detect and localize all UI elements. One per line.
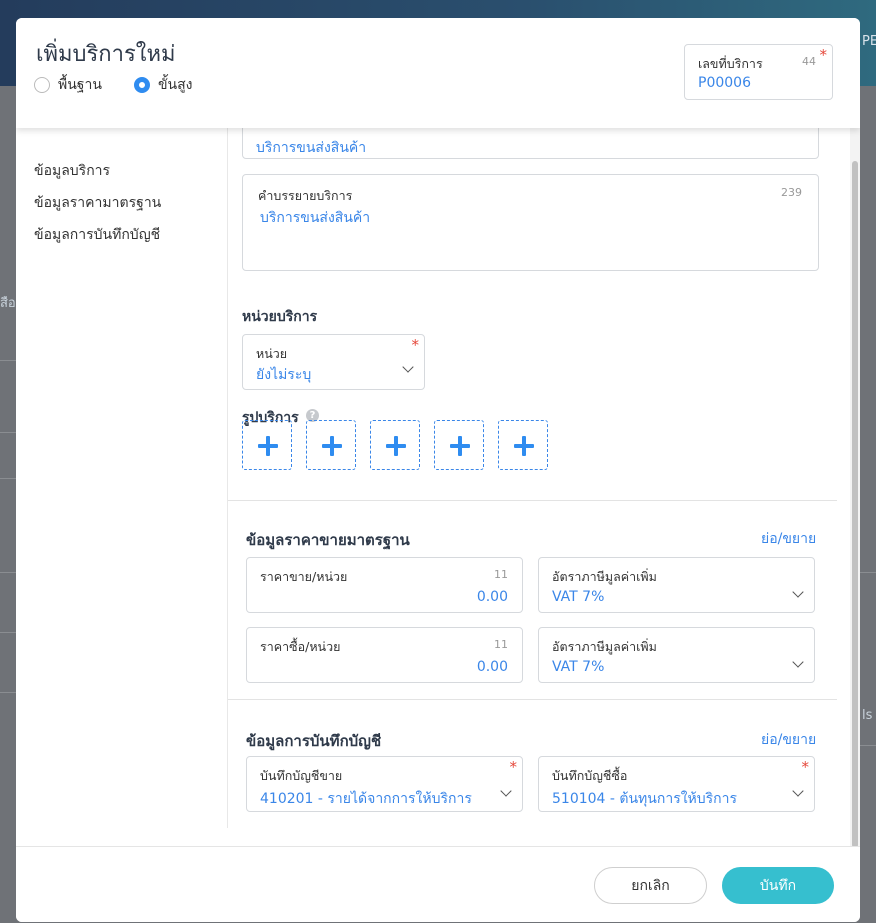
chevron-down-icon xyxy=(500,785,512,797)
background-text-fragment: ls xyxy=(862,708,873,723)
required-asterisk: * xyxy=(411,336,420,354)
background-divider xyxy=(0,360,16,361)
char-count: 11 xyxy=(494,638,508,651)
service-number-field[interactable]: เลขที่บริการ 44 * P00006 xyxy=(684,44,833,100)
buy-vat-value: VAT 7% xyxy=(552,659,605,675)
nav-item-accounting[interactable]: ข้อมูลการบันทึกบัญชี xyxy=(34,224,160,246)
sale-account-select[interactable]: บันทึกบัญชีขาย * 410201 - รายได้จากการให… xyxy=(246,756,523,812)
mode-radio-label: ขั้นสูง xyxy=(157,77,193,93)
buy-account-label: บันทึกบัญชีซื้อ xyxy=(552,768,628,783)
sale-vat-value: VAT 7% xyxy=(552,589,605,605)
add-image-button[interactable] xyxy=(498,420,548,470)
accounting-collapse-toggle[interactable]: ย่อ/ขยาย xyxy=(761,729,816,751)
background-divider xyxy=(0,632,16,633)
sale-account-label: บันทึกบัญชีขาย xyxy=(260,768,343,783)
unit-section-title: หน่วยบริการ xyxy=(242,309,318,325)
service-number-value: P00006 xyxy=(698,75,751,91)
sale-price-value: 0.00 xyxy=(476,589,508,605)
nav-item-standard-price[interactable]: ข้อมูลราคามาตรฐาน xyxy=(34,192,161,214)
plus-icon-stroke xyxy=(330,436,334,456)
background-divider xyxy=(860,572,876,573)
modal-title: เพิ่มบริการใหม่ xyxy=(36,41,176,66)
sale-account-value: 410201 - รายได้จากการให้บริการ xyxy=(260,791,472,807)
modal-header: เพิ่มบริการใหม่ พื้นฐาน ขั้นสูง เลขที่บร… xyxy=(16,18,860,128)
add-image-button[interactable] xyxy=(306,420,356,470)
required-asterisk: * xyxy=(801,758,810,776)
section-nav: ข้อมูลบริการ ข้อมูลราคามาตรฐาน ข้อมูลการ… xyxy=(16,128,227,828)
nav-item-service-info[interactable]: ข้อมูลบริการ xyxy=(34,160,110,182)
unit-value: ยังไม่ระบุ xyxy=(256,367,312,383)
new-service-modal: เพิ่มบริการใหม่ พื้นฐาน ขั้นสูง เลขที่บร… xyxy=(16,18,860,922)
sale-price-input[interactable]: ราคาขาย/หน่วย 11 0.00 xyxy=(246,557,523,613)
plus-icon-stroke xyxy=(394,436,398,456)
add-image-button[interactable] xyxy=(242,420,292,470)
scrollbar-thumb[interactable] xyxy=(852,161,858,848)
sale-vat-select[interactable]: อัตราภาษีมูลค่าเพิ่ม VAT 7% xyxy=(538,557,815,613)
background-text-fragment: PE xyxy=(862,34,876,49)
char-count: 11 xyxy=(494,568,508,581)
chevron-down-icon xyxy=(402,361,414,373)
buy-price-label: ราคาซื้อ/หน่วย xyxy=(260,639,341,654)
modal-footer: ยกเลิก บันทึก xyxy=(16,846,860,922)
accounting-section-title: ข้อมูลการบันทึกบัญชี xyxy=(246,732,382,750)
required-asterisk: * xyxy=(819,46,828,64)
description-value: บริการขนส่งสินค้า xyxy=(260,210,371,226)
buy-account-select[interactable]: บันทึกบัญชีซื้อ * 510104 - ต้นทุนการให้บ… xyxy=(538,756,815,812)
char-count: 239 xyxy=(781,186,802,199)
cancel-button[interactable]: ยกเลิก xyxy=(594,867,707,904)
service-number-label: เลขที่บริการ xyxy=(698,56,763,71)
background-divider xyxy=(0,692,16,693)
background-divider xyxy=(0,432,16,433)
unit-select[interactable]: หน่วย * ยังไม่ระบุ xyxy=(242,334,425,390)
sale-price-label: ราคาขาย/หน่วย xyxy=(260,569,348,584)
save-button[interactable]: บันทึก xyxy=(722,867,834,904)
pricing-section-title: ข้อมูลราคาขายมาตรฐาน xyxy=(246,531,410,549)
section-divider xyxy=(228,500,837,501)
radio-unchecked-icon xyxy=(34,77,50,93)
plus-icon-stroke xyxy=(266,436,270,456)
buy-vat-select[interactable]: อัตราภาษีมูลค่าเพิ่ม VAT 7% xyxy=(538,627,815,683)
service-description-textarea[interactable]: คำบรรยายบริการ 239 บริการขนส่งสินค้า xyxy=(242,174,819,271)
background-text-fragment: สือ xyxy=(0,296,16,311)
section-divider xyxy=(228,699,837,700)
buy-price-input[interactable]: ราคาซื้อ/หน่วย 11 0.00 xyxy=(246,627,523,683)
chevron-down-icon xyxy=(792,586,804,598)
radio-checked-icon xyxy=(133,77,150,93)
chevron-down-icon xyxy=(792,656,804,668)
background-divider xyxy=(0,478,16,479)
description-label: คำบรรยายบริการ xyxy=(258,188,353,203)
mode-radio-group: พื้นฐาน ขั้นสูง xyxy=(34,74,225,96)
add-image-button[interactable] xyxy=(434,420,484,470)
mode-radio-label: พื้นฐาน xyxy=(58,77,102,93)
background-divider xyxy=(860,745,876,746)
unit-label: หน่วย xyxy=(256,346,288,361)
service-name-value: บริการขนส่งสินค้า xyxy=(256,140,367,156)
buy-account-value: 510104 - ต้นทุนการให้บริการ xyxy=(552,791,738,807)
add-image-button[interactable] xyxy=(370,420,420,470)
form-content: บริการขนส่งสินค้า คำบรรยายบริการ 239 บริ… xyxy=(228,114,853,828)
mode-radio-basic[interactable]: พื้นฐาน xyxy=(34,74,102,96)
buy-vat-label: อัตราภาษีมูลค่าเพิ่ม xyxy=(552,639,657,654)
required-asterisk: * xyxy=(509,758,518,776)
char-count: 44 xyxy=(802,55,816,68)
buy-price-value: 0.00 xyxy=(476,659,508,675)
plus-icon-stroke xyxy=(522,436,526,456)
sale-vat-label: อัตราภาษีมูลค่าเพิ่ม xyxy=(552,569,657,584)
mode-radio-advanced[interactable]: ขั้นสูง xyxy=(133,74,193,96)
chevron-down-icon xyxy=(792,785,804,797)
background-divider xyxy=(0,572,16,573)
plus-icon-stroke xyxy=(458,436,462,456)
pricing-collapse-toggle[interactable]: ย่อ/ขยาย xyxy=(761,528,816,550)
